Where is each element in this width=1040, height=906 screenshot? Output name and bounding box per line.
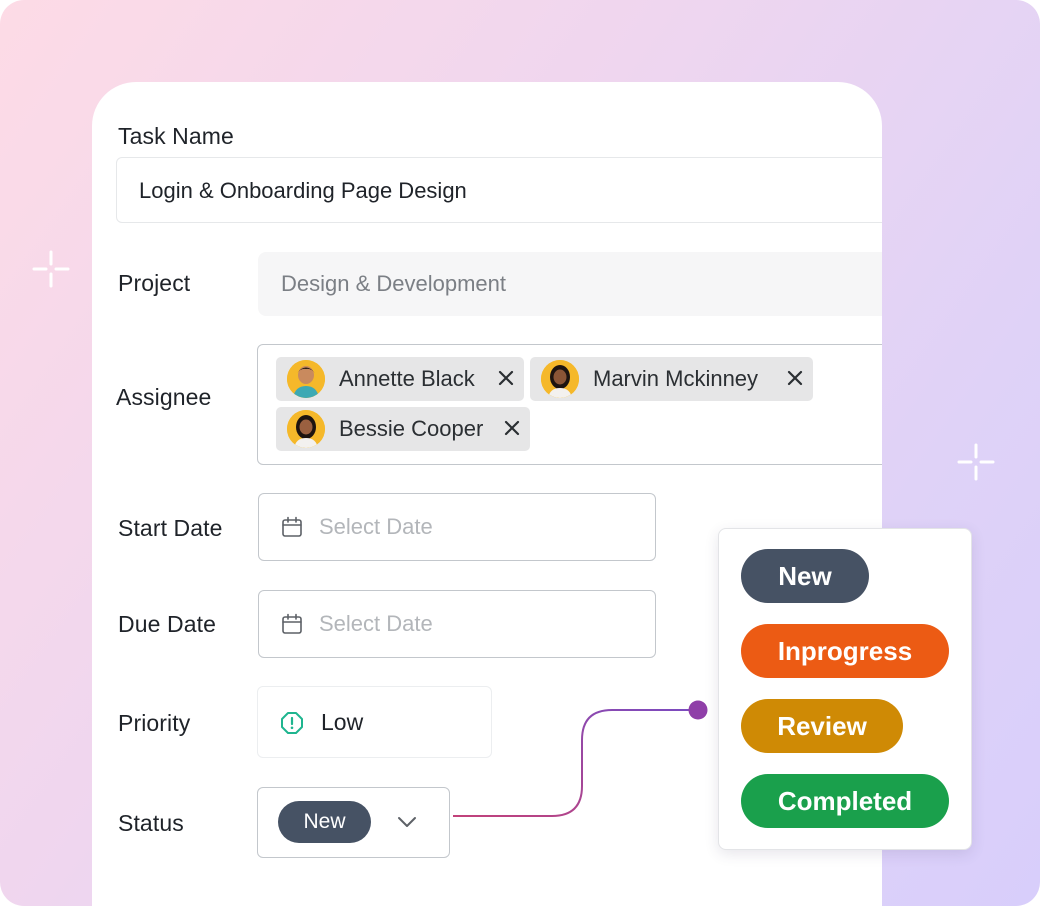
assignee-multiselect[interactable]: Annette Black Marvin Mckinney Bessie Coo…	[257, 344, 882, 465]
avatar	[541, 360, 579, 398]
assignee-name: Annette Black	[339, 366, 475, 391]
status-option-completed[interactable]: Completed	[741, 774, 949, 828]
remove-assignee-icon[interactable]	[785, 368, 805, 388]
status-dropdown-menu: New Inprogress Review Completed	[718, 528, 972, 850]
start-date-label: Start Date	[118, 515, 223, 541]
task-name-label: Task Name	[118, 123, 234, 149]
sparkle-icon	[957, 443, 995, 481]
calendar-icon	[282, 516, 302, 537]
status-pill-new: New	[278, 801, 371, 843]
task-name-value: Login & Onboarding Page Design	[139, 178, 467, 203]
assignee-label: Assignee	[116, 384, 212, 410]
assignee-name: Bessie Cooper	[339, 416, 484, 441]
background: Task Name Login & Onboarding Page Design…	[0, 0, 1040, 906]
status-select[interactable]: New	[257, 787, 450, 858]
due-date-picker[interactable]: Select Date	[258, 590, 656, 658]
assignee-chip: Bessie Cooper	[276, 407, 530, 451]
project-value: Design & Development	[281, 271, 507, 296]
priority-value: Low	[321, 709, 364, 735]
start-date-placeholder: Select Date	[319, 514, 433, 539]
avatar	[287, 360, 325, 398]
status-option-review[interactable]: Review	[741, 699, 903, 753]
priority-label: Priority	[118, 710, 191, 736]
assignee-name: Marvin Mckinney	[593, 366, 759, 391]
assignee-chip: Annette Black	[276, 357, 524, 401]
due-date-placeholder: Select Date	[319, 611, 433, 636]
due-date-label: Due Date	[118, 611, 216, 637]
task-name-input[interactable]: Login & Onboarding Page Design	[116, 157, 882, 223]
sparkle-icon	[32, 250, 70, 288]
assignee-chip: Marvin Mckinney	[530, 357, 813, 401]
remove-assignee-icon[interactable]	[502, 418, 522, 438]
chevron-down-icon[interactable]	[396, 814, 418, 830]
alert-octagon-icon	[281, 712, 303, 734]
start-date-picker[interactable]: Select Date	[258, 493, 656, 561]
connector-line	[453, 700, 708, 817]
project-field[interactable]: Design & Development	[258, 252, 882, 316]
status-option-inprogress[interactable]: Inprogress	[741, 624, 949, 678]
status-label: Status	[118, 810, 184, 836]
status-option-new[interactable]: New	[741, 549, 869, 603]
project-label: Project	[118, 270, 191, 296]
avatar	[287, 410, 325, 448]
remove-assignee-icon[interactable]	[496, 368, 516, 388]
calendar-icon	[282, 613, 302, 634]
